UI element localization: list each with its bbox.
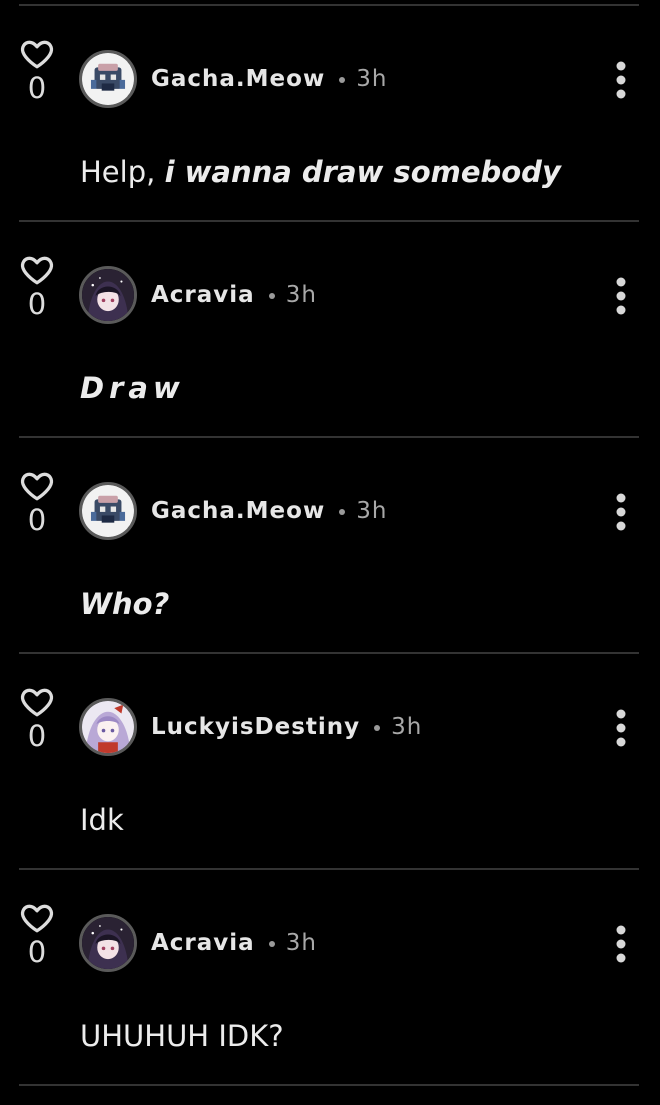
heart-icon[interactable] <box>18 252 56 288</box>
comment-item: 0 LuckyisDestiny 3h Idk <box>0 654 660 870</box>
like-count: 0 <box>27 287 47 321</box>
more-vertical-icon[interactable] <box>606 274 636 318</box>
avatar[interactable] <box>79 266 137 324</box>
like-control: 0 <box>18 684 56 751</box>
comment-item: 0 Gacha.Meow 3h Help, i wanna draw somebo… <box>0 6 660 222</box>
heart-icon[interactable] <box>18 36 56 72</box>
like-count: 0 <box>27 935 47 969</box>
comment-item: 0 Acravia 3h Draw <box>0 222 660 438</box>
comment-meta: Gacha.Meow 3h <box>151 496 387 526</box>
avatar[interactable] <box>79 914 137 972</box>
dot-separator <box>268 940 275 947</box>
dot-separator <box>268 292 275 299</box>
like-control: 0 <box>18 900 56 967</box>
avatar[interactable] <box>79 50 137 108</box>
like-count: 0 <box>27 71 47 105</box>
comment-item: 0 Acravia 3h UHUHUH IDK? <box>0 870 660 1086</box>
comment-item: 0 Gacha.Meow 3h Who? <box>0 438 660 654</box>
comment-divider <box>19 1084 639 1086</box>
comment-meta: LuckyisDestiny 3h <box>151 712 422 742</box>
timestamp: 3h <box>356 498 388 524</box>
more-vertical-icon[interactable] <box>606 490 636 534</box>
heart-icon[interactable] <box>18 900 56 936</box>
more-vertical-icon[interactable] <box>606 706 636 750</box>
timestamp: 3h <box>285 930 317 956</box>
like-count: 0 <box>27 503 47 537</box>
dot-separator <box>339 76 346 83</box>
username[interactable]: Acravia <box>151 282 255 308</box>
comment-text: Idk <box>80 800 124 840</box>
more-vertical-icon[interactable] <box>606 922 636 966</box>
username[interactable]: Gacha.Meow <box>151 498 325 524</box>
like-control: 0 <box>18 36 56 103</box>
heart-icon[interactable] <box>18 684 56 720</box>
comment-text-plain: Help, <box>80 155 165 189</box>
username[interactable]: Acravia <box>151 930 255 956</box>
comment-text: Draw <box>80 368 185 408</box>
dot-separator <box>374 724 381 731</box>
comment-list: 0 Gacha.Meow 3h Help, i wanna draw somebo… <box>0 6 660 1086</box>
timestamp: 3h <box>356 66 388 92</box>
dot-separator <box>339 508 346 515</box>
comment-meta: Acravia 3h <box>151 928 317 958</box>
avatar[interactable] <box>79 482 137 540</box>
more-vertical-icon[interactable] <box>606 58 636 102</box>
timestamp: 3h <box>391 714 423 740</box>
avatar[interactable] <box>79 698 137 756</box>
username[interactable]: Gacha.Meow <box>151 66 325 92</box>
like-control: 0 <box>18 468 56 535</box>
comment-text-plain: Idk <box>80 803 124 837</box>
comment-text-emphasis: Draw <box>80 371 185 405</box>
comment-text: UHUHUH IDK? <box>80 1016 284 1056</box>
comment-text-emphasis: Who? <box>80 587 170 621</box>
comment-text: Help, i wanna draw somebody <box>80 152 561 192</box>
username[interactable]: LuckyisDestiny <box>151 714 360 740</box>
like-count: 0 <box>27 719 47 753</box>
heart-icon[interactable] <box>18 468 56 504</box>
comment-meta: Acravia 3h <box>151 280 317 310</box>
timestamp: 3h <box>285 282 317 308</box>
like-control: 0 <box>18 252 56 319</box>
comment-meta: Gacha.Meow 3h <box>151 64 387 94</box>
comment-text-plain: UHUHUH IDK? <box>80 1019 284 1053</box>
comment-text: Who? <box>80 584 169 624</box>
comment-text-emphasis: i wanna draw somebody <box>164 155 561 189</box>
